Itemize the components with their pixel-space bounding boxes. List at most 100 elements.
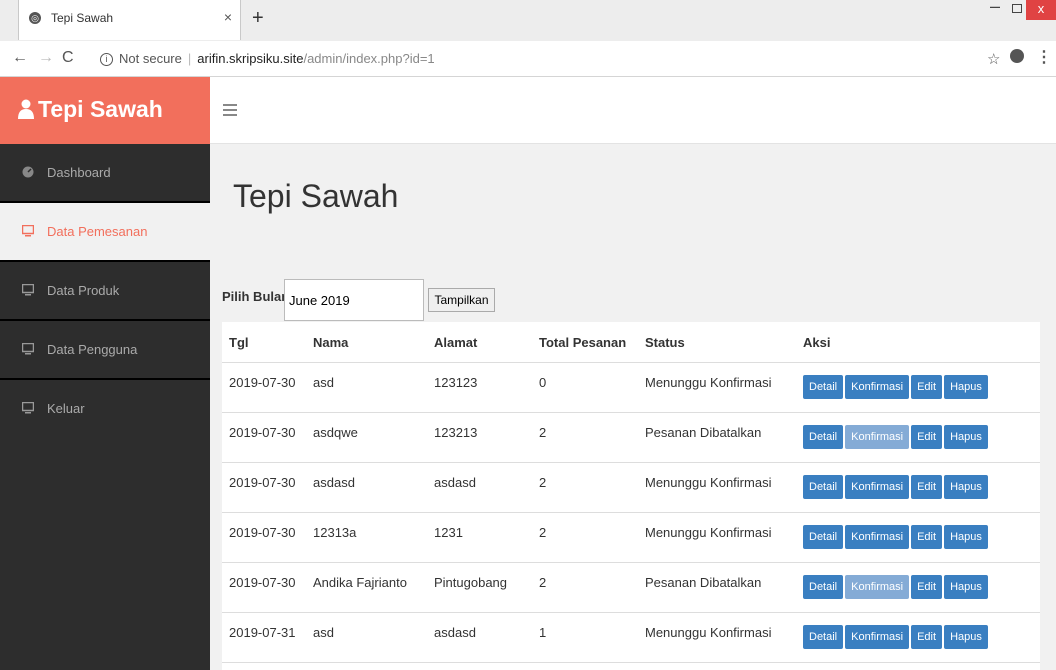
table-row: 2019-07-30 12313a 1231 2 Menunggu Konfirmasi… [222,512,1040,563]
cell-tgl: 2019-07-30 [222,512,306,563]
address-bar: ← → C i Not secure | arifin.skripsiku.site/… [0,41,1056,77]
maximize-icon[interactable] [1012,4,1022,13]
sidebar-item-label: Dashboard [47,165,111,180]
window-close-button[interactable]: x [1026,0,1056,20]
orders-table-container: Tgl Nama Alamat Total Pesanan Status Aks… [222,322,1040,670]
sidebar-item-data-pemesanan[interactable]: Data Pemesanan [0,203,210,260]
orders-table: Tgl Nama Alamat Total Pesanan Status Aks… [222,322,1040,663]
browser-menu-icon[interactable]: ⋮ [1036,47,1052,67]
hapus-button[interactable]: Hapus [944,375,988,399]
sidebar-item-data-produk[interactable]: Data Produk [0,262,210,319]
profile-icon[interactable] [1010,49,1024,63]
header-alamat: Alamat [427,322,532,363]
cell-total: 2 [532,462,638,513]
sidebar-item-dashboard[interactable]: Dashboard [0,144,210,201]
sidebar-item-data-pengguna[interactable]: Data Pengguna [0,321,210,378]
info-icon[interactable]: i [100,53,113,67]
cell-tgl: 2019-07-30 [222,562,306,613]
hapus-button[interactable]: Hapus [944,625,988,649]
cell-total: 1 [532,612,638,663]
table-row: 2019-07-30 asdqwe 123213 2 Pesanan Dibatalka… [222,412,1040,463]
hapus-button[interactable]: Hapus [944,525,988,549]
cell-alamat: 1231 [427,512,532,563]
browser-tab[interactable]: ◎ Tepi Sawah × [18,0,241,40]
sidebar-item-label: Data Pemesanan [47,224,148,239]
konfirmasi-button[interactable]: Konfirmasi [845,375,910,399]
hamburger-menu-icon[interactable] [223,104,237,116]
table-row: 2019-07-30 Andika Fajrianto Pintugobang 2 Pe… [222,562,1040,613]
cell-alamat: 123213 [427,412,532,463]
edit-button[interactable]: Edit [911,425,943,449]
detail-button[interactable]: Detail [803,475,844,499]
sidebar-menu: Dashboard Data Pemesanan Data Produk Dat… [0,144,210,437]
browser-tab-bar: ◎ Tepi Sawah × + – x [0,0,1056,41]
cell-alamat: 123123 [427,362,532,413]
edit-button[interactable]: Edit [911,525,943,549]
tab-close-button[interactable]: × [224,9,232,25]
konfirmasi-button[interactable]: Konfirmasi [845,475,910,499]
konfirmasi-button[interactable]: Konfirmasi [845,575,910,599]
user-icon [18,99,34,119]
cell-total: 2 [532,412,638,463]
header-total-pesanan: Total Pesanan [532,322,638,363]
url-field[interactable]: i Not secure | arifin.skripsiku.site/admin/… [100,51,435,67]
detail-button[interactable]: Detail [803,425,844,449]
table-row: 2019-07-30 asd 123123 0 Menunggu Konfirmasi D… [222,362,1040,413]
reload-icon[interactable]: C [62,49,74,67]
url-path: /admin/index.php?id=1 [303,51,435,66]
cell-alamat: asdasd [427,612,532,663]
cell-alamat: Pintugobang [427,562,532,613]
hapus-button[interactable]: Hapus [944,475,988,499]
edit-button[interactable]: Edit [911,475,943,499]
forward-icon[interactable]: → [38,49,54,67]
cell-tgl: 2019-07-31 [222,612,306,663]
cell-nama: asd [306,362,427,413]
tab-title: Tepi Sawah [51,11,114,25]
konfirmasi-button[interactable]: Konfirmasi [845,625,910,649]
detail-button[interactable]: Detail [803,625,844,649]
cell-aksi: Detail Konfirmasi Edit Hapus [796,562,1040,613]
hapus-button[interactable]: Hapus [944,575,988,599]
edit-button[interactable]: Edit [911,375,943,399]
security-label: Not secure [119,51,182,66]
sidebar-item-keluar[interactable]: Keluar [0,380,210,437]
hapus-button[interactable]: Hapus [944,425,988,449]
cell-status: Pesanan Dibatalkan [638,412,796,463]
detail-button[interactable]: Detail [803,575,844,599]
monitor-icon [22,402,34,414]
edit-button[interactable]: Edit [911,575,943,599]
header-tgl: Tgl [222,322,306,363]
konfirmasi-button[interactable]: Konfirmasi [845,425,910,449]
cell-aksi: Detail Konfirmasi Edit Hapus [796,512,1040,563]
new-tab-button[interactable]: + [252,7,264,30]
url-host: arifin.skripsiku.site [197,51,304,66]
bookmark-star-icon[interactable]: ☆ [987,50,1000,68]
cell-tgl: 2019-07-30 [222,362,306,413]
table-row: 2019-07-30 asdasd asdasd 2 Menunggu Konfirma… [222,462,1040,513]
month-input[interactable] [284,279,424,321]
konfirmasi-button[interactable]: Konfirmasi [845,525,910,549]
header-status: Status [638,322,796,363]
top-bar [210,77,1056,144]
detail-button[interactable]: Detail [803,525,844,549]
page-title: Tepi Sawah [233,178,399,214]
detail-button[interactable]: Detail [803,375,844,399]
cell-nama: asdasd [306,462,427,513]
cell-tgl: 2019-07-30 [222,462,306,513]
cell-total: 2 [532,562,638,613]
cell-aksi: Detail Konfirmasi Edit Hapus [796,362,1040,413]
sidebar-item-label: Data Pengguna [47,342,138,357]
cell-status: Menunggu Konfirmasi [638,462,796,513]
cell-nama: asdqwe [306,412,427,463]
header-aksi: Aksi [796,322,1040,363]
cell-aksi: Detail Konfirmasi Edit Hapus [796,412,1040,463]
edit-button[interactable]: Edit [911,625,943,649]
monitor-icon [22,343,34,355]
brand-header[interactable]: Tepi Sawah [0,77,210,144]
sidebar: Tepi Sawah Dashboard Data Pemesanan Data… [0,77,210,670]
tampilkan-button[interactable]: Tampilkan [428,288,495,312]
cell-nama: asd [306,612,427,663]
back-icon[interactable]: ← [12,49,28,67]
cell-total: 0 [532,362,638,413]
minimize-icon[interactable]: – [990,0,1000,17]
